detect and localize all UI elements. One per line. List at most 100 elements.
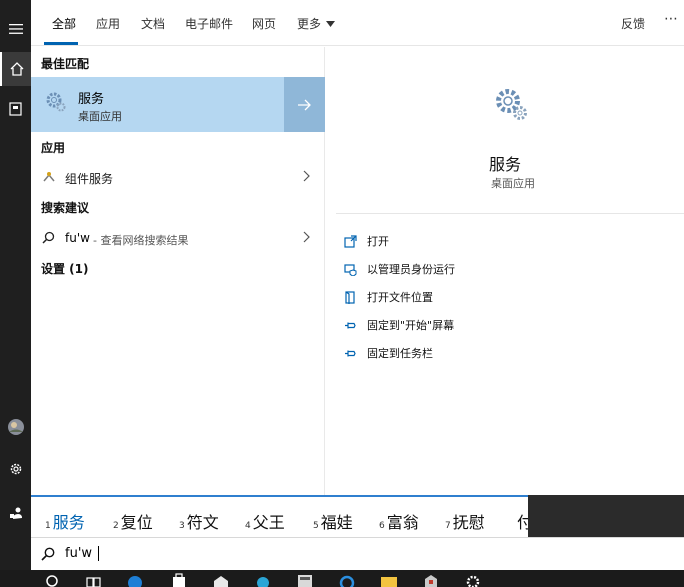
ime-candidate-number: 1 xyxy=(45,521,51,531)
best-match-heading: 最佳匹配 xyxy=(41,57,90,71)
component-services-icon xyxy=(43,172,55,182)
action-run-as-admin-label: 以管理员身份运行 xyxy=(367,263,455,276)
ime-candidate-number: 7 xyxy=(445,521,451,531)
action-run-as-admin[interactable]: 以管理员身份运行 xyxy=(344,259,455,279)
tab-web[interactable]: 网页 xyxy=(252,15,276,32)
preview-title: 服务 xyxy=(488,155,521,174)
ime-bar-background xyxy=(528,495,684,537)
services-gear-large-icon xyxy=(496,89,527,120)
ime-candidate-number: 3 xyxy=(179,521,185,531)
tab-all[interactable]: 全部 xyxy=(52,15,76,32)
list-item-web-search[interactable]: fu'w - 查看网络搜索结果 xyxy=(31,223,325,253)
results-pane: 最佳匹配 服务 桌面应用 应用 组件服务 搜索建议 fu'w - 查看网络搜索结… xyxy=(31,47,325,495)
taskbar xyxy=(0,570,684,587)
file-explorer-icon[interactable] xyxy=(380,573,398,587)
ime-candidate-bar: 1 服务 2 复位 3 符文 4 父王 5 福娃 6 富翁 7 抚慰 付 xyxy=(31,495,528,537)
ime-candidate-number: 5 xyxy=(313,521,319,531)
best-match-item[interactable]: 服务 桌面应用 xyxy=(31,77,284,132)
search-input[interactable]: fu'w xyxy=(65,546,92,561)
search-box[interactable]: fu'w xyxy=(31,537,684,570)
chevron-right-icon xyxy=(303,170,310,182)
ime-candidate[interactable]: 7 抚慰 xyxy=(445,509,485,533)
left-rail xyxy=(0,0,31,570)
suggestion-query: fu'w xyxy=(65,231,90,245)
media-app-icon[interactable] xyxy=(296,573,314,587)
ime-candidate-text: 付 xyxy=(517,513,528,532)
ime-candidate[interactable]: 2 复位 xyxy=(113,509,153,533)
search-icon[interactable] xyxy=(44,573,62,587)
action-open-file-location-label: 打开文件位置 xyxy=(367,291,433,304)
action-pin-to-start-label: 固定到"开始"屏幕 xyxy=(367,319,455,332)
chevron-right-icon xyxy=(303,231,310,243)
mail-icon[interactable] xyxy=(212,573,230,587)
browser-icon[interactable] xyxy=(338,573,356,587)
file-location-icon xyxy=(345,290,355,304)
text-cursor xyxy=(98,546,99,561)
ime-candidate-text: 抚慰 xyxy=(452,513,485,532)
ellipsis-icon[interactable]: ⋯ xyxy=(664,11,679,27)
menu-icon[interactable] xyxy=(0,12,31,46)
documents-icon[interactable] xyxy=(0,92,31,126)
tab-documents[interactable]: 文档 xyxy=(141,15,165,32)
open-icon xyxy=(344,234,357,248)
tab-apps[interactable]: 应用 xyxy=(96,15,120,32)
task-view-icon[interactable] xyxy=(84,573,102,587)
services-gear-icon xyxy=(46,92,66,112)
chevron-down-icon xyxy=(326,20,336,27)
action-open-label: 打开 xyxy=(367,235,389,248)
settings-heading[interactable]: 设置 (1) xyxy=(41,260,89,277)
avatar[interactable] xyxy=(0,410,31,444)
pin-icon xyxy=(345,350,356,356)
action-open[interactable]: 打开 xyxy=(344,231,389,251)
ime-candidate-text: 复位 xyxy=(120,513,153,532)
ime-candidate[interactable]: 1 服务 xyxy=(45,509,85,533)
best-match-subtitle: 桌面应用 xyxy=(78,110,122,123)
user-feedback-icon[interactable] xyxy=(0,496,31,530)
gear-icon[interactable] xyxy=(464,573,482,587)
tab-more[interactable]: 更多 xyxy=(297,15,336,32)
home-icon[interactable] xyxy=(0,52,31,86)
app-icon[interactable] xyxy=(422,573,440,587)
shield-icon xyxy=(344,263,357,276)
action-pin-to-taskbar[interactable]: 固定到任务栏 xyxy=(344,343,433,363)
ime-candidate[interactable]: 5 福娃 xyxy=(313,509,353,533)
pin-icon xyxy=(345,322,356,328)
ime-candidate-text: 父王 xyxy=(252,513,285,532)
action-pin-to-taskbar-label: 固定到任务栏 xyxy=(367,347,433,360)
best-match-name: 服务 xyxy=(78,92,105,107)
feedback-link[interactable]: 反馈 xyxy=(621,15,645,32)
ime-candidate[interactable]: 3 符文 xyxy=(179,509,219,533)
ime-candidate-number: 4 xyxy=(245,521,251,531)
tab-email[interactable]: 电子邮件 xyxy=(185,15,233,32)
search-icon xyxy=(42,231,55,244)
ime-candidate-text: 服务 xyxy=(52,513,85,532)
list-item-component-services[interactable]: 组件服务 xyxy=(31,162,325,192)
action-pin-to-start[interactable]: 固定到"开始"屏幕 xyxy=(344,315,454,335)
settings-gear-icon[interactable] xyxy=(0,452,31,486)
ime-candidate-number: 2 xyxy=(113,521,119,531)
search-suggestions-heading: 搜索建议 xyxy=(41,201,90,215)
tab-more-label: 更多 xyxy=(297,17,322,31)
action-open-file-location[interactable]: 打开文件位置 xyxy=(344,287,433,307)
ime-candidate-text: 符文 xyxy=(186,513,219,532)
tab-active-indicator xyxy=(44,42,78,45)
ime-candidate[interactable]: 6 富翁 xyxy=(379,509,419,533)
ime-candidate-number: 6 xyxy=(379,521,385,531)
preview-subtitle: 桌面应用 xyxy=(491,177,535,190)
ime-candidate[interactable]: 付 xyxy=(515,509,528,533)
search-icon xyxy=(41,547,55,561)
settings-app-icon[interactable] xyxy=(254,573,272,587)
ime-candidate[interactable]: 4 父王 xyxy=(245,509,285,533)
open-preview-arrow-button[interactable] xyxy=(284,77,325,132)
ime-candidate-text: 富翁 xyxy=(386,513,419,532)
search-scope-tabs: 全部 应用 文档 电子邮件 网页 更多 反馈 ⋯ xyxy=(31,0,684,46)
apps-heading: 应用 xyxy=(41,141,66,155)
preview-divider xyxy=(336,213,684,214)
list-item-label: 组件服务 xyxy=(65,172,114,186)
edge-browser-icon[interactable] xyxy=(126,573,144,587)
suggestion-suffix: - 查看网络搜索结果 xyxy=(93,234,189,247)
preview-pane: 服务 桌面应用 打开 以管理员身份运行 打开文件位置 固定到"开始"屏幕 固定到… xyxy=(326,47,684,495)
store-icon[interactable] xyxy=(170,573,188,587)
arrow-right-icon xyxy=(297,99,311,110)
ime-candidate-text: 福娃 xyxy=(320,513,353,532)
